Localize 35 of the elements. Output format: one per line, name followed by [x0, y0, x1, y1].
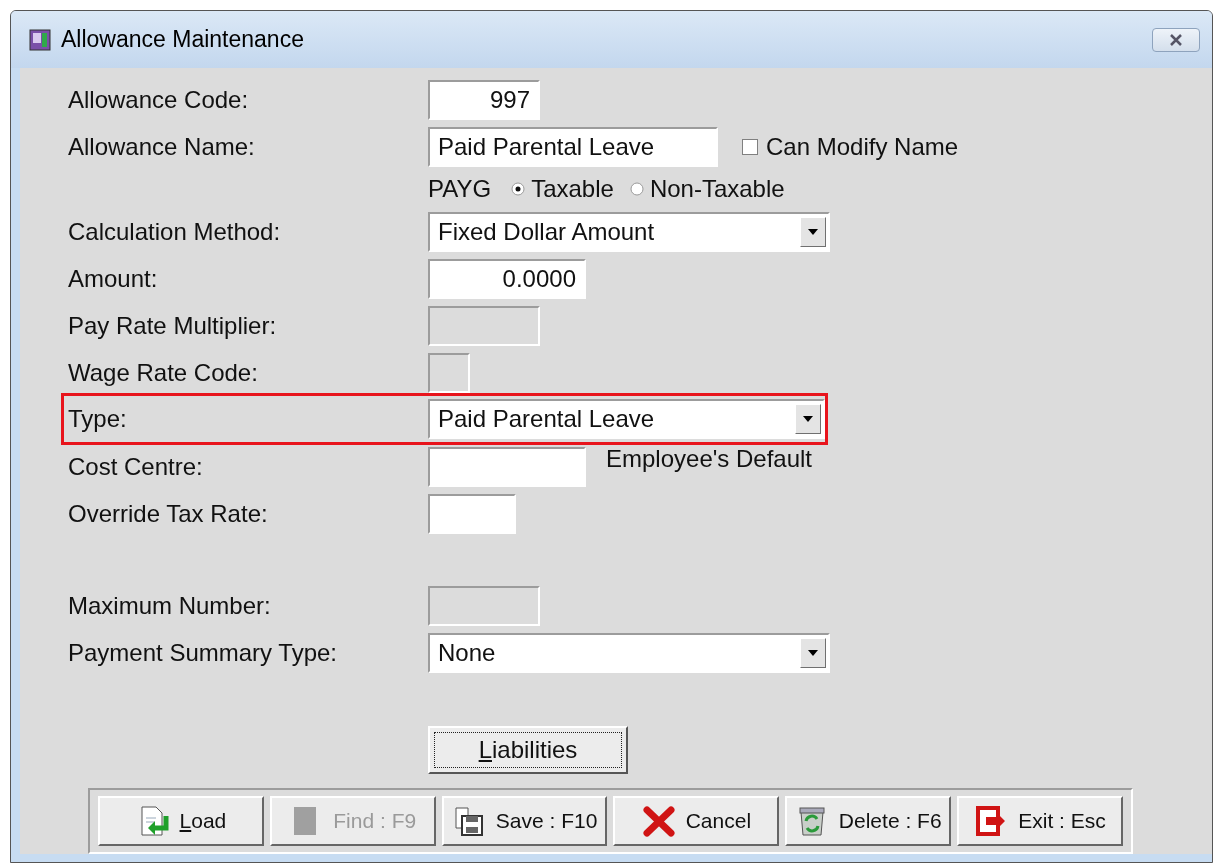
- field-label: Cost Centre:: [68, 452, 204, 481]
- toolbar-button[interactable]: Exit : Esc: [957, 796, 1123, 846]
- radio-option[interactable]: Non-Taxable: [629, 175, 785, 203]
- field-label: Override Tax Rate:: [68, 499, 269, 528]
- input-field[interactable]: 0.0000: [428, 258, 586, 299]
- radio-option[interactable]: Taxable: [511, 175, 614, 203]
- input-field[interactable]: Paid Parental Leave: [428, 126, 718, 167]
- close-icon: [1168, 33, 1184, 46]
- x-mark-icon: [641, 804, 676, 838]
- field-label: Amount:: [68, 264, 159, 293]
- toolbar-button[interactable]: Cancel: [613, 796, 780, 846]
- toolbar-button[interactable]: Load: [98, 796, 264, 846]
- field-label: Maximum Number:: [68, 591, 272, 620]
- app-icon: [29, 28, 51, 51]
- field-label: Wage Rate Code:: [68, 358, 259, 387]
- note-text: Employee's Default: [606, 445, 812, 473]
- field-label: PAYG: [428, 175, 492, 203]
- field-label: Pay Rate Multiplier:: [68, 311, 278, 340]
- field-label: Allowance Code:: [68, 85, 250, 114]
- toolbar-button[interactable]: Delete : F6: [785, 796, 952, 846]
- input-field[interactable]: 997: [428, 79, 540, 120]
- field-label: Payment Summary Type:: [68, 638, 338, 667]
- toolbar-button[interactable]: Save : F10: [441, 796, 608, 846]
- field-label: Calculation Method:: [68, 217, 282, 246]
- close-button[interactable]: [1152, 27, 1200, 52]
- liabilities-button[interactable]: Liabilities: [428, 726, 628, 774]
- input-field[interactable]: [428, 493, 516, 534]
- input-field[interactable]: [428, 446, 586, 487]
- dropdown-field[interactable]: Paid Parental Leave: [428, 399, 825, 439]
- field-label: Allowance Name:: [68, 132, 256, 161]
- field-label: Type:: [68, 405, 128, 433]
- checkbox[interactable]: Can Modify Name: [742, 132, 959, 161]
- window-title: Allowance Maintenance: [61, 26, 305, 53]
- dropdown-field[interactable]: None: [428, 632, 830, 673]
- dropdown-field[interactable]: Fixed Dollar Amount: [428, 211, 830, 252]
